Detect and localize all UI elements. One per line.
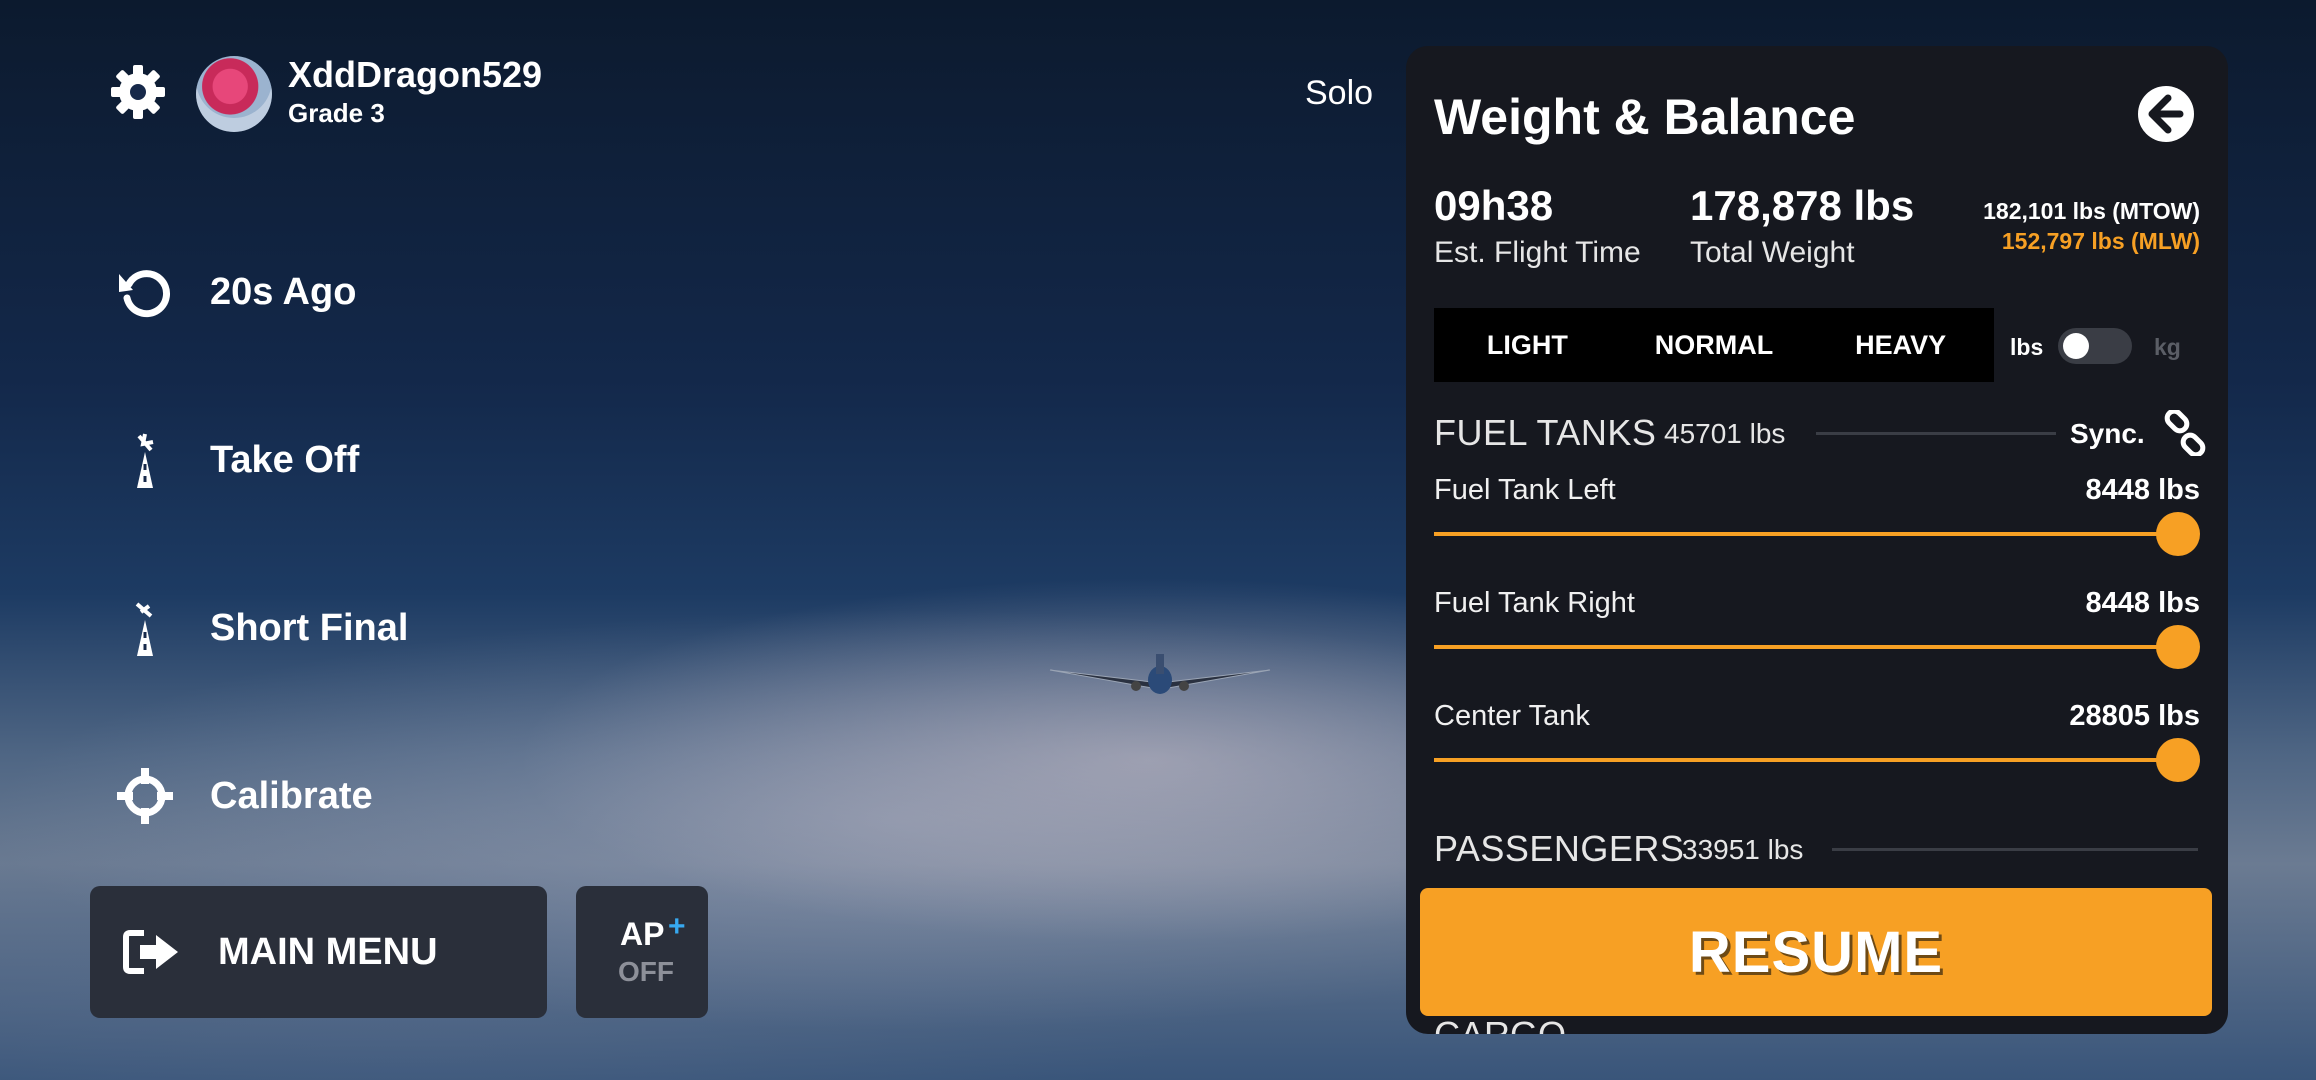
calibrate-button[interactable]: Calibrate <box>110 756 373 836</box>
passengers-heading: PASSENGERS <box>1434 828 1685 869</box>
resume-button[interactable]: RESUME <box>1420 888 2212 1016</box>
runway-landing-icon <box>110 593 180 663</box>
fuel-tank-left-slider[interactable] <box>1434 532 2178 536</box>
calibrate-label: Calibrate <box>210 774 373 817</box>
fuel-tank-left-slider-thumb[interactable] <box>2156 512 2200 556</box>
autopilot-state: OFF <box>618 956 674 987</box>
mtow-value: 182,101 lbs (MTOW) <box>1983 198 2200 224</box>
link-chain-icon[interactable] <box>2162 410 2208 456</box>
preset-normal-button[interactable]: NORMAL <box>1621 308 1808 382</box>
sync-label: Sync. <box>2070 418 2145 449</box>
unit-kg-label: kg <box>2154 334 2181 360</box>
divider <box>1816 432 2056 435</box>
center-tank-value: 28805 lbs <box>2069 700 2200 732</box>
pilot-grade: Grade 3 <box>288 98 385 128</box>
panel-title: Weight & Balance <box>1434 89 1856 145</box>
center-tank-slider[interactable] <box>1434 758 2178 762</box>
takeoff-label: Take Off <box>210 438 360 481</box>
rewind-icon <box>110 257 180 327</box>
autopilot-button[interactable]: AP + OFF <box>576 886 708 1018</box>
fuel-tank-right-slider[interactable] <box>1434 645 2178 649</box>
rewind-button[interactable]: 20s Ago <box>110 252 356 332</box>
fuel-tank-left-value: 8448 lbs <box>2085 474 2200 506</box>
center-tank-label: Center Tank <box>1434 700 1590 732</box>
fuel-tank-left-label: Fuel Tank Left <box>1434 474 1616 506</box>
mode-label: Solo <box>1305 74 1374 112</box>
takeoff-button[interactable]: Take Off <box>110 420 359 500</box>
preset-light-button[interactable]: LIGHT <box>1434 308 1621 382</box>
short-final-label: Short Final <box>210 606 409 649</box>
load-preset-selector: LIGHT NORMAL HEAVY <box>1434 308 1994 382</box>
preset-heavy-button[interactable]: HEAVY <box>1807 308 1994 382</box>
autopilot-plus: + <box>668 910 686 943</box>
settings-gear-icon[interactable] <box>108 62 168 122</box>
back-arrow-icon <box>2148 94 2184 134</box>
passengers-total: 33951 lbs <box>1682 834 1804 865</box>
short-final-button[interactable]: Short Final <box>110 588 408 668</box>
total-weight-label: Total Weight <box>1690 236 1855 269</box>
divider <box>1832 848 2198 851</box>
username: XddDragon529 <box>288 54 543 95</box>
unit-lbs-label: lbs <box>2010 334 2044 360</box>
fuel-tanks-total: 45701 lbs <box>1664 418 1786 449</box>
autopilot-label: AP <box>620 916 665 952</box>
fuel-tank-right-slider-thumb[interactable] <box>2156 625 2200 669</box>
fuel-tank-right-label: Fuel Tank Right <box>1434 587 1635 619</box>
center-tank-slider-thumb[interactable] <box>2156 738 2200 782</box>
back-button[interactable] <box>2138 86 2194 142</box>
total-weight-value: 178,878 lbs <box>1690 182 1915 229</box>
weight-balance-panel: Weight & Balance 09h38 Est. Flight Time … <box>1406 46 2228 1034</box>
fuel-tank-right-value: 8448 lbs <box>2085 587 2200 619</box>
main-menu-label: MAIN MENU <box>218 930 438 973</box>
flight-time-value: 09h38 <box>1434 182 1554 229</box>
crosshair-icon <box>110 761 180 831</box>
avatar[interactable] <box>196 56 272 132</box>
rewind-label: 20s Ago <box>210 270 357 313</box>
flight-time-label: Est. Flight Time <box>1434 236 1641 269</box>
fuel-tanks-heading: FUEL TANKS <box>1434 412 1657 453</box>
mlw-value: 152,797 lbs (MLW) <box>2001 228 2200 254</box>
unit-toggle[interactable] <box>2058 328 2132 364</box>
cargo-heading: CARGO <box>1434 1014 1566 1034</box>
main-menu-button[interactable]: MAIN MENU <box>90 886 547 1018</box>
exit-icon <box>123 930 178 974</box>
runway-takeoff-icon <box>110 425 180 495</box>
aircraft <box>1049 654 1271 694</box>
